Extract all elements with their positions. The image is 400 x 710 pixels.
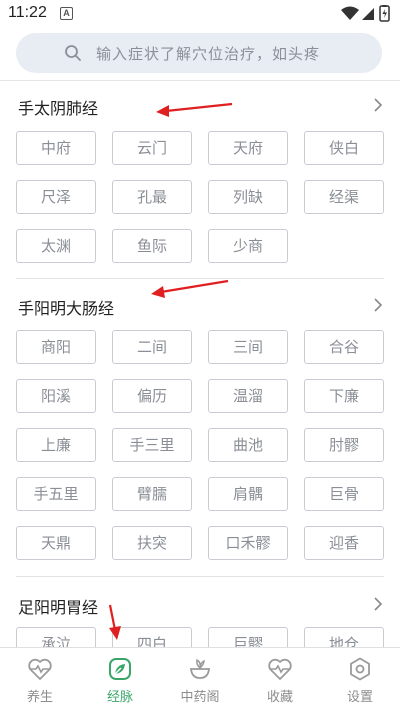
acupoint-chip[interactable]: 口禾髎 [208, 526, 288, 560]
acupoint-chip[interactable]: 经渠 [304, 180, 384, 214]
acupoint-chip[interactable]: 承泣 [16, 627, 96, 647]
acupoint-chip[interactable]: 天府 [208, 131, 288, 165]
status-time: 11:22 [8, 4, 47, 21]
meridian-list[interactable]: 手太阴肺经 中府 云门 天府 侠白 尺泽 孔最 列缺 经渠 太渊 鱼际 少商 手… [0, 81, 400, 647]
status-bar: 11:22 A [0, 0, 400, 28]
nav-item-wellness[interactable]: 养生 [0, 648, 80, 710]
chevron-right-icon[interactable] [373, 297, 383, 313]
signal-icon [362, 8, 374, 20]
search-input[interactable]: 输入症状了解穴位治疗，如头疼 [16, 33, 382, 73]
acupoint-chip[interactable]: 云门 [112, 131, 192, 165]
heart-pulse-icon [268, 658, 292, 680]
acupoint-chip[interactable]: 鱼际 [112, 229, 192, 263]
nav-item-favorites[interactable]: 收藏 [240, 648, 320, 710]
nav-label: 收藏 [266, 690, 293, 705]
search-placeholder: 输入症状了解穴位治疗，如头疼 [96, 45, 321, 63]
nav-item-herbal-pavilion[interactable]: 中药阁 [160, 648, 240, 710]
acupoint-chip[interactable]: 肩髃 [208, 477, 288, 511]
section-title: 足阳明胃经 [18, 598, 99, 617]
acupoint-chip[interactable]: 温溜 [208, 379, 288, 413]
nav-label: 设置 [346, 690, 373, 705]
acupoint-chip[interactable]: 中府 [16, 131, 96, 165]
acupoint-chip[interactable]: 下廉 [304, 379, 384, 413]
gear-icon [350, 657, 370, 681]
acupoint-chip[interactable]: 巨髎 [208, 627, 288, 647]
acupoint-chip[interactable]: 孔最 [112, 180, 192, 214]
nav-label: 养生 [26, 690, 53, 705]
acupoint-chip[interactable]: 巨骨 [304, 477, 384, 511]
acupoint-chip[interactable]: 阳溪 [16, 379, 96, 413]
acupoint-chip[interactable]: 手三里 [112, 428, 192, 462]
acupoint-chip[interactable]: 手五里 [16, 477, 96, 511]
acupoint-chip[interactable]: 四白 [112, 627, 192, 647]
acupoint-chip[interactable]: 迎香 [304, 526, 384, 560]
acupoint-chip[interactable]: 扶突 [112, 526, 192, 560]
acupoint-chip[interactable]: 商阳 [16, 330, 96, 364]
wifi-icon [341, 6, 359, 20]
chevron-right-icon[interactable] [373, 97, 383, 113]
acupoint-chip[interactable]: 地仓 [304, 627, 384, 647]
nav-label: 经脉 [106, 690, 133, 705]
nav-item-meridians[interactable]: 经脉 [80, 648, 160, 710]
nav-label: 中药阁 [180, 690, 220, 705]
acupoint-chip[interactable]: 上廉 [16, 428, 96, 462]
acupoint-chip[interactable]: 侠白 [304, 131, 384, 165]
section-divider [16, 576, 384, 577]
acupoint-chip[interactable]: 列缺 [208, 180, 288, 214]
acupoint-chip[interactable]: 三间 [208, 330, 288, 364]
section-title: 手阳明大肠经 [18, 299, 115, 318]
acupoint-chip[interactable]: 肘髎 [304, 428, 384, 462]
bottom-nav: 养生 经脉 中药阁 收藏 设置 [0, 647, 400, 710]
acupoint-chip[interactable]: 臂臑 [112, 477, 192, 511]
heart-pulse-icon [28, 658, 52, 680]
chevron-right-icon[interactable] [373, 596, 383, 612]
leaf-icon [109, 658, 131, 680]
acupoint-chip[interactable]: 天鼎 [16, 526, 96, 560]
notification-a-icon: A [60, 7, 73, 20]
search-icon [65, 45, 81, 61]
acupoint-chip[interactable]: 二间 [112, 330, 192, 364]
acupoint-chip[interactable]: 太渊 [16, 229, 96, 263]
acupoint-chip[interactable]: 少商 [208, 229, 288, 263]
acupoint-chip[interactable]: 曲池 [208, 428, 288, 462]
acupoint-chip[interactable]: 偏历 [112, 379, 192, 413]
nav-item-settings[interactable]: 设置 [320, 648, 400, 710]
status-icons [341, 5, 390, 22]
section-divider [16, 278, 384, 279]
section-title: 手太阴肺经 [18, 99, 99, 118]
herb-bowl-icon [189, 658, 211, 679]
acupoint-chip[interactable]: 合谷 [304, 330, 384, 364]
acupoint-chip[interactable]: 尺泽 [16, 180, 96, 214]
